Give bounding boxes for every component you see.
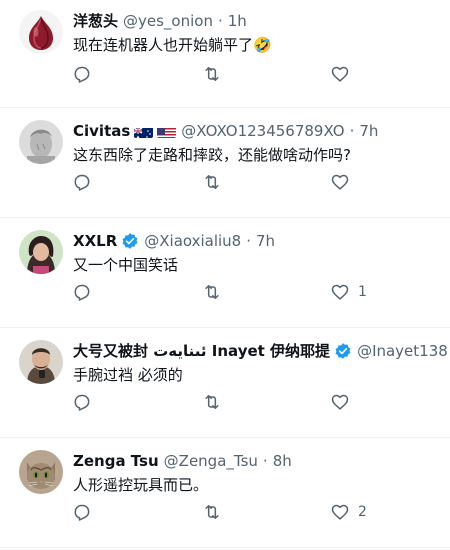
- reply-button[interactable]: [72, 282, 92, 302]
- timestamp[interactable]: 7h: [256, 230, 275, 252]
- retweet-icon: [205, 395, 219, 409]
- like-button[interactable]: [330, 392, 358, 412]
- like-button[interactable]: [330, 172, 358, 192]
- display-name[interactable]: 洋葱头: [73, 10, 118, 32]
- user-handle[interactable]: @Zenga_Tsu: [164, 450, 258, 472]
- user-handle[interactable]: @Inayet138: [357, 340, 448, 362]
- heart-icon: [331, 504, 349, 520]
- retweet-button[interactable]: [202, 64, 222, 84]
- user-handle[interactable]: @yes_onion: [123, 10, 213, 32]
- avatar[interactable]: [19, 450, 63, 494]
- retweet-button[interactable]: [202, 392, 222, 412]
- tweet-text: 又一个中国笑话: [73, 256, 179, 274]
- display-name[interactable]: 大号又被封 ئىنايەت Inayet 伊纳耶提: [73, 340, 330, 362]
- timestamp[interactable]: 1h: [228, 10, 247, 32]
- tweet[interactable]: XXLR @Xiaoxialiu8 · 7h 又一个中国笑话 1: [0, 218, 450, 328]
- display-name[interactable]: Civitas: [73, 120, 130, 142]
- tweet[interactable]: Civitas @XOXO123456789XO · 7h 这东西除了走路和摔跤…: [0, 108, 450, 218]
- tweet-actions: [72, 64, 372, 88]
- avatar[interactable]: [19, 120, 63, 164]
- reply-button[interactable]: [72, 172, 92, 192]
- reply-icon: [74, 174, 90, 191]
- avatar[interactable]: [19, 340, 63, 384]
- tweet-actions: [72, 172, 372, 196]
- separator-dot: ·: [349, 122, 355, 140]
- like-button[interactable]: [330, 64, 358, 84]
- heart-icon: [331, 66, 349, 82]
- timestamp[interactable]: 8h: [273, 450, 292, 472]
- tweet[interactable]: 大号又被封 ئىنايەت Inayet 伊纳耶提 @Inayet138 手腕过…: [0, 328, 450, 438]
- verified-badge-icon: [121, 232, 139, 250]
- display-name[interactable]: Zenga Tsu: [73, 450, 159, 472]
- tweet-text: 现在连机器人也开始躺平了🤣: [73, 36, 272, 54]
- reply-icon: [74, 66, 90, 83]
- heart-icon: [331, 284, 349, 300]
- tweet-text: 这东西除了走路和摔跤，还能做啥动作吗?: [73, 146, 351, 164]
- tweet-feed: 洋葱头 @yes_onion · 1h 现在连机器人也开始躺平了🤣 Civita…: [0, 0, 450, 548]
- avatar[interactable]: [19, 10, 63, 54]
- user-handle[interactable]: @Xiaoxialiu8: [144, 230, 241, 252]
- tweet-text: 人形遥控玩具而已。: [73, 476, 209, 494]
- reply-button[interactable]: [72, 64, 92, 84]
- separator-dot: ·: [246, 232, 252, 250]
- retweet-icon: [205, 67, 219, 81]
- verified-badge-icon: [334, 342, 352, 360]
- reply-icon: [74, 394, 90, 411]
- reply-icon: [74, 504, 90, 521]
- like-button[interactable]: 1: [330, 282, 367, 302]
- like-button[interactable]: 2: [330, 502, 367, 522]
- heart-icon: [331, 174, 349, 190]
- tweet[interactable]: Zenga Tsu @Zenga_Tsu · 8h 人形遥控玩具而已。 2: [0, 438, 450, 548]
- tweet-text: 手腕过裆 必须的: [73, 366, 183, 384]
- tweet-actions: [72, 392, 372, 416]
- timestamp[interactable]: 7h: [359, 120, 378, 142]
- separator-dot: ·: [217, 12, 223, 30]
- like-count: 2: [358, 504, 367, 520]
- retweet-button[interactable]: [202, 502, 222, 522]
- like-count: 1: [358, 284, 367, 300]
- user-handle[interactable]: @XOXO123456789XO: [181, 120, 344, 142]
- australia-flag-icon: [134, 125, 154, 138]
- heart-icon: [331, 394, 349, 410]
- us-flag-icon: [157, 125, 177, 138]
- tweet-actions: 1: [72, 282, 372, 306]
- retweet-icon: [205, 505, 219, 519]
- display-name[interactable]: XXLR: [73, 230, 117, 252]
- retweet-icon: [205, 175, 219, 189]
- tweet[interactable]: 洋葱头 @yes_onion · 1h 现在连机器人也开始躺平了🤣: [0, 0, 450, 108]
- retweet-icon: [205, 285, 219, 299]
- tweet-actions: 2: [72, 502, 372, 526]
- retweet-button[interactable]: [202, 282, 222, 302]
- retweet-button[interactable]: [202, 172, 222, 192]
- reply-button[interactable]: [72, 502, 92, 522]
- reply-icon: [74, 284, 90, 301]
- separator-dot: ·: [262, 452, 268, 470]
- avatar[interactable]: [19, 230, 63, 274]
- reply-button[interactable]: [72, 392, 92, 412]
